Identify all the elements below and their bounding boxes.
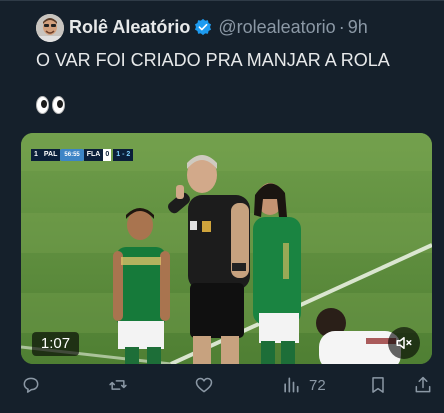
bookmark-icon: [372, 377, 384, 393]
reply-button[interactable]: [21, 371, 41, 399]
post-text: O VAR FOI CRIADO PRA MANJAR A ROLA: [36, 50, 390, 70]
separator-dot: ·: [338, 16, 345, 37]
scorebug-away-team: FLA: [83, 149, 104, 161]
share-icon: [415, 376, 431, 393]
avatar-image: [36, 14, 64, 42]
scorebug: 1 PAL 56:55 FLA 0 1 - 2: [31, 149, 134, 161]
views-icon: [284, 377, 299, 393]
reply-icon: [23, 377, 39, 393]
views-count: 72: [309, 376, 326, 394]
retweet-button[interactable]: [108, 371, 128, 399]
like-button[interactable]: [194, 371, 214, 399]
author-name[interactable]: Rolê Aleatório: [69, 17, 190, 38]
eye-left-icon: [36, 96, 49, 114]
mute-button[interactable]: [388, 327, 420, 359]
scorebug-away-score: 0: [103, 149, 112, 161]
scorebug-aggregate: 1 - 2: [113, 149, 134, 161]
scorebug-home-score: 1: [31, 149, 41, 161]
eye-right-icon: [52, 96, 65, 114]
author-handle[interactable]: @rolealeatorio: [218, 17, 335, 38]
volume-mute-icon: [396, 337, 412, 349]
top-divider: [0, 0, 444, 1]
bookmark-button[interactable]: [368, 371, 388, 399]
scorebug-home-team: PAL: [40, 149, 61, 161]
action-bar: 72: [0, 371, 444, 399]
share-button[interactable]: [413, 371, 433, 399]
avatar[interactable]: [36, 14, 64, 42]
post-timestamp[interactable]: 9h: [348, 17, 368, 38]
verified-badge-icon: [195, 18, 212, 36]
scorebug-clock: 56:55: [60, 149, 84, 161]
video-player[interactable]: 1 PAL 56:55 FLA 0 1 - 2: [21, 133, 432, 364]
views-button[interactable]: 72: [281, 371, 326, 399]
post-header: Rolê Aleatório @rolealeatorio · 9h: [69, 15, 368, 39]
video-frame: [21, 133, 432, 364]
eyes-emoji: [36, 96, 65, 114]
retweet-icon: [109, 380, 127, 390]
video-duration: 1:07: [32, 332, 79, 356]
like-icon: [195, 377, 213, 393]
